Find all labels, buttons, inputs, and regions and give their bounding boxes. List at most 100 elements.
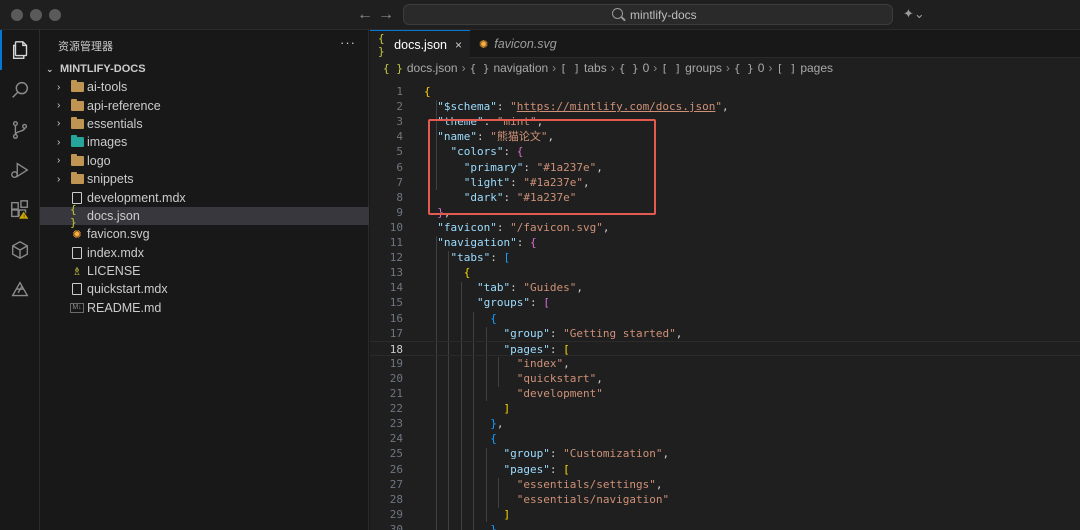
search-icon: [612, 8, 623, 19]
chevron-right-icon[interactable]: ›: [57, 155, 60, 166]
code-line[interactable]: 13 {: [370, 265, 1080, 280]
tree-item-label: api-reference: [87, 98, 161, 113]
tree-item-docs-json[interactable]: { } docs.json: [40, 203, 369, 229]
code-line[interactable]: 24 {: [370, 431, 1080, 446]
code-line[interactable]: 5 "colors": {: [370, 144, 1080, 159]
code-line[interactable]: 1{: [370, 84, 1080, 99]
code-line[interactable]: 28 "essentials/navigation": [370, 492, 1080, 507]
more-actions-icon[interactable]: ···: [340, 35, 356, 50]
close-icon[interactable]: ×: [455, 38, 462, 52]
code-editor[interactable]: 1{2 "$schema": "https://mintlify.com/doc…: [370, 78, 1080, 530]
tab-docs-json[interactable]: { } docs.json ×: [370, 30, 470, 58]
folder-icon: [70, 153, 84, 167]
license-file-icon: ♗: [72, 265, 82, 278]
chevron-right-icon[interactable]: ›: [57, 118, 60, 129]
breadcrumb-item[interactable]: docs.json: [407, 61, 458, 75]
line-number: 29: [389, 507, 403, 521]
tree-item-development-mdx[interactable]: development.mdx: [40, 188, 369, 206]
code-text: ]: [503, 507, 511, 521]
tab-favicon-svg[interactable]: ✺ favicon.svg: [471, 30, 581, 58]
breadcrumb-item[interactable]: groups: [685, 61, 722, 75]
code-line[interactable]: 26 "pages": [: [370, 462, 1080, 477]
breadcrumb-separator: ›: [725, 61, 730, 75]
code-line[interactable]: 12 "tabs": [: [370, 250, 1080, 265]
extensions-icon[interactable]: !: [0, 190, 40, 230]
tree-item-images[interactable]: › images: [40, 133, 369, 151]
code-line[interactable]: 14 "tab": "Guides",: [370, 280, 1080, 295]
tree-item-label: snippets: [87, 172, 134, 187]
file-tree: › ai-tools › api-reference › essentials › image…: [40, 78, 369, 317]
code-line[interactable]: 23 },: [370, 416, 1080, 431]
code-line[interactable]: 29 ]: [370, 507, 1080, 522]
tab-label: docs.json: [394, 37, 447, 52]
tree-item-logo[interactable]: › logo: [40, 152, 369, 170]
workspace-root-label: MINTLIFY-DOCS: [60, 63, 146, 75]
code-text: {: [424, 85, 431, 98]
forward-arrow-icon[interactable]: →: [378, 6, 394, 24]
code-line[interactable]: 19 "index",: [370, 356, 1080, 371]
explorer-icon[interactable]: [0, 30, 40, 70]
code-line[interactable]: 25 "group": "Customization",: [370, 446, 1080, 461]
breadcrumb-item[interactable]: pages: [800, 61, 833, 75]
code-line[interactable]: 22 ]: [370, 401, 1080, 416]
source-control-icon[interactable]: [0, 110, 40, 150]
tree-item-readme-md[interactable]: M↓ README.md: [40, 299, 369, 317]
back-arrow-icon[interactable]: ←: [357, 6, 373, 24]
chevron-right-icon[interactable]: ›: [57, 100, 60, 111]
tree-item-api-reference[interactable]: › api-reference: [40, 96, 369, 114]
chevron-right-icon[interactable]: ›: [57, 174, 60, 185]
command-center-text: mintlify-docs: [630, 8, 697, 22]
minimize-window-button[interactable]: [30, 9, 42, 21]
code-line[interactable]: 6 "primary": "#1a237e",: [370, 160, 1080, 175]
code-line[interactable]: 4 "name": "熊猫论文",: [370, 129, 1080, 144]
tree-item-snippets[interactable]: › snippets: [40, 170, 369, 188]
line-number: 21: [389, 387, 403, 400]
chevron-right-icon[interactable]: ›: [57, 137, 60, 148]
code-line[interactable]: 30 },: [370, 522, 1080, 530]
run-debug-icon[interactable]: [0, 150, 40, 190]
tree-item-essentials[interactable]: › essentials: [40, 115, 369, 133]
code-line[interactable]: 27 "essentials/settings",: [370, 477, 1080, 492]
close-window-button[interactable]: [11, 9, 23, 21]
folder-icon: [70, 98, 84, 112]
tree-item-label: ai-tools: [87, 80, 128, 95]
code-line[interactable]: 11 "navigation": {: [370, 235, 1080, 250]
workspace-root[interactable]: ⌄ MINTLIFY-DOCS: [46, 60, 146, 78]
breadcrumb-item[interactable]: tabs: [584, 61, 607, 75]
breadcrumb-item[interactable]: 0: [643, 61, 650, 75]
tree-item-license[interactable]: ♗ LICENSE: [40, 262, 369, 280]
code-line[interactable]: 18 "pages": [: [370, 340, 1080, 356]
line-number: 18: [389, 342, 403, 356]
breadcrumb-item[interactable]: 0: [758, 61, 765, 75]
search-icon[interactable]: [0, 70, 40, 110]
command-center-search[interactable]: mintlify-docs: [403, 4, 893, 25]
code-line[interactable]: 17 "group": "Getting started",: [370, 326, 1080, 341]
code-line[interactable]: 9 },: [370, 205, 1080, 220]
remote-icon[interactable]: [0, 230, 40, 270]
chevron-right-icon[interactable]: ›: [57, 82, 60, 93]
code-text: "pages": [: [503, 462, 570, 476]
line-number: 24: [389, 432, 403, 446]
tree-item-quickstart-mdx[interactable]: quickstart.mdx: [40, 280, 369, 298]
tree-item-index-mdx[interactable]: index.mdx: [40, 244, 369, 262]
code-line[interactable]: 8 "dark": "#1a237e": [370, 190, 1080, 205]
zoom-window-button[interactable]: [49, 9, 61, 21]
tree-item-label: development.mdx: [87, 190, 186, 205]
code-line[interactable]: 21 "development": [370, 386, 1080, 401]
copilot-menu-icon[interactable]: ✦⌄: [903, 6, 925, 22]
code-line[interactable]: 10 "favicon": "/favicon.svg",: [370, 220, 1080, 235]
code-text: "name": "熊猫论文",: [437, 130, 555, 144]
code-line[interactable]: 2 "$schema": "https://mintlify.com/docs.…: [370, 99, 1080, 114]
tree-item-ai-tools[interactable]: › ai-tools: [40, 78, 369, 96]
code-line[interactable]: 7 "light": "#1a237e",: [370, 175, 1080, 190]
breadcrumb-item[interactable]: navigation: [493, 61, 548, 75]
copilot-icon[interactable]: [0, 270, 40, 310]
chevron-down-icon: ⌄: [46, 63, 54, 74]
code-line[interactable]: 16 {: [370, 311, 1080, 326]
code-line[interactable]: 20 "quickstart",: [370, 371, 1080, 386]
code-line[interactable]: 15 "groups": [: [370, 295, 1080, 310]
line-number: 23: [389, 417, 403, 431]
svg-text:!: !: [23, 214, 25, 220]
tree-item-favicon-svg[interactable]: ✺ favicon.svg: [40, 225, 369, 243]
code-line[interactable]: 3 "theme": "mint",: [370, 114, 1080, 129]
